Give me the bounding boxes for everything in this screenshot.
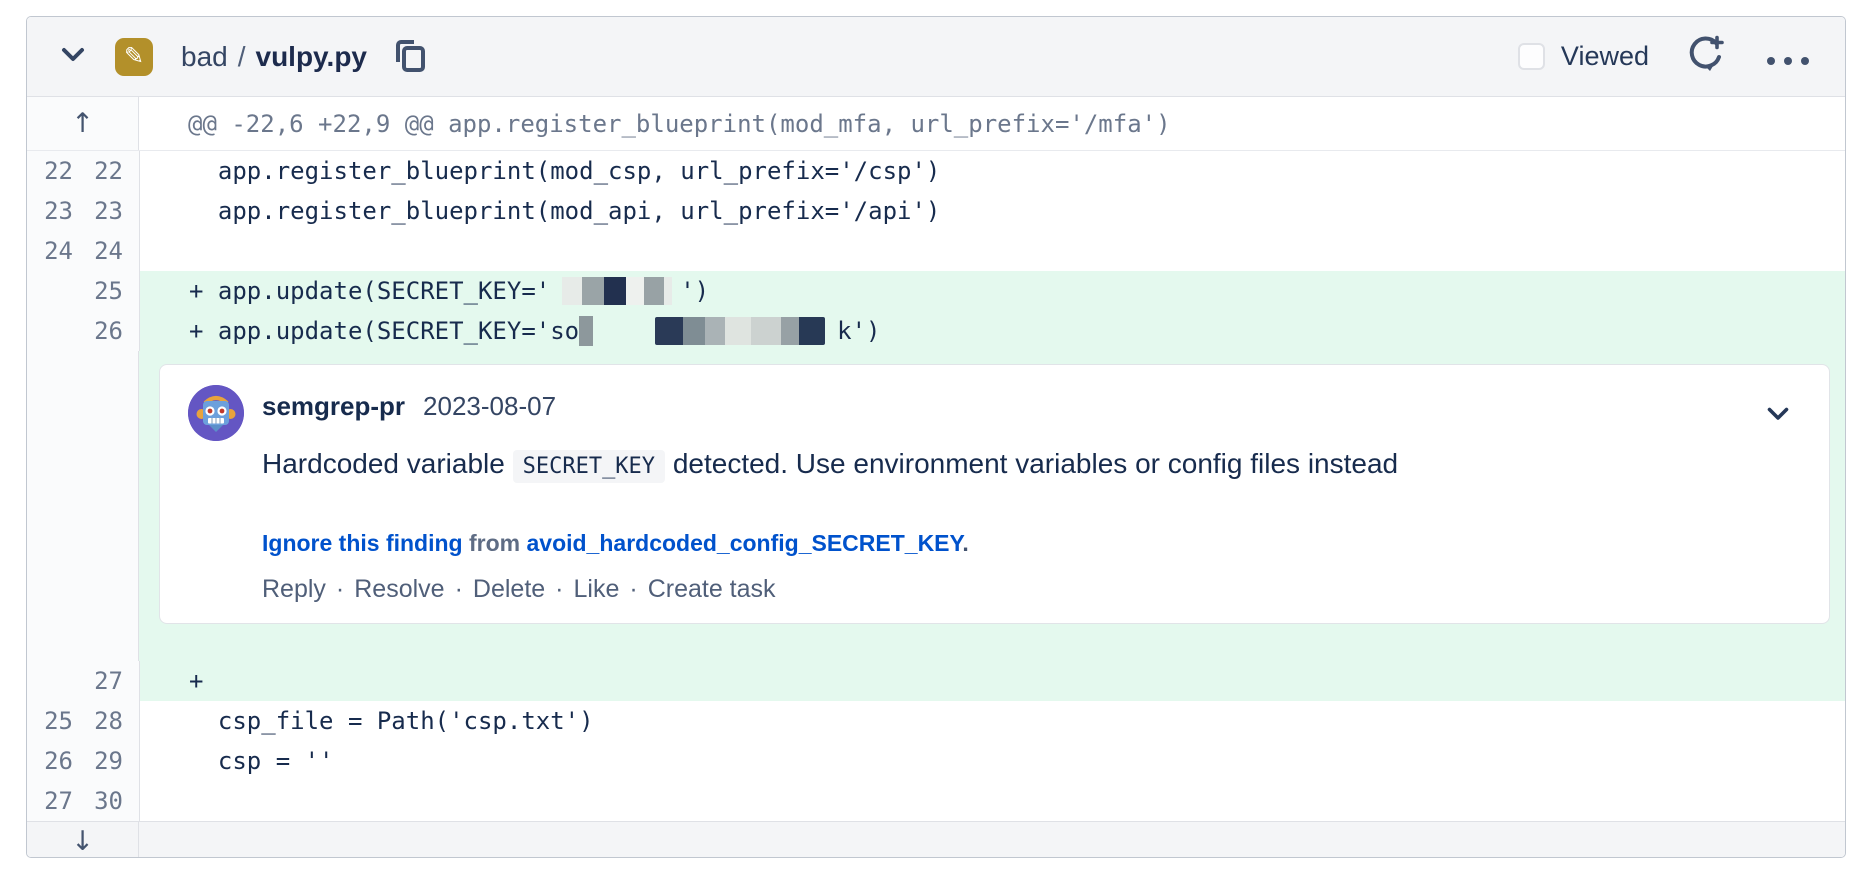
- comment-date: 2023-08-07: [423, 391, 556, 422]
- expand-bottom-row: ↓: [27, 821, 1845, 858]
- diff-line: 23 23 app.register_blueprint(mod_api, ur…: [27, 191, 1845, 231]
- diff-line-added: 27 +: [27, 661, 1845, 701]
- comment-card: semgrep-pr 2023-08-07 Hardcoded variable…: [159, 364, 1830, 624]
- hunk-header-row: ↑ @@ -22,6 +22,9 @@ app.register_bluepri…: [27, 97, 1845, 151]
- file-more-menu-button[interactable]: [1761, 38, 1815, 76]
- new-line-number: 27: [83, 667, 123, 695]
- expand-down-gutter: ↓: [27, 822, 139, 858]
- reply-action[interactable]: Reply: [262, 575, 326, 603]
- comment-add-icon: [1685, 34, 1727, 79]
- like-action[interactable]: Like: [574, 575, 620, 603]
- copy-path-button[interactable]: [389, 33, 431, 80]
- code-text: app.register_blueprint(mod_api, url_pref…: [140, 191, 1845, 231]
- comment-container: semgrep-pr 2023-08-07 Hardcoded variable…: [139, 351, 1845, 661]
- diff-line-added: 26 + app.update(SECRET_KEY='sok'): [27, 311, 1845, 351]
- add-file-comment-button[interactable]: [1681, 30, 1731, 83]
- resolve-action[interactable]: Resolve: [354, 575, 444, 603]
- inline-comment-row: semgrep-pr 2023-08-07 Hardcoded variable…: [27, 351, 1845, 661]
- new-line-number: 22: [83, 157, 123, 185]
- line-number-gutter[interactable]: 27 30: [27, 781, 140, 821]
- expand-lines-down-button[interactable]: ↓: [71, 828, 94, 855]
- path-separator: /: [228, 41, 256, 72]
- arrow-up-icon: ↑: [71, 108, 94, 139]
- new-line-number: 30: [83, 787, 123, 815]
- code-text: [140, 781, 1845, 821]
- expand-lines-up-button[interactable]: ↑: [71, 110, 94, 137]
- file-path: bad/vulpy.py: [181, 41, 367, 73]
- line-number-gutter[interactable]: 24 24: [27, 231, 140, 271]
- comment-actions: Reply·Resolve·Delete·Like·Create task: [262, 575, 1398, 604]
- diff-line: 24 24: [27, 231, 1845, 271]
- old-line-number: 23: [27, 197, 73, 225]
- line-number-gutter[interactable]: 23 23: [27, 191, 140, 231]
- collapse-file-button[interactable]: [57, 43, 89, 70]
- old-line-number: 22: [27, 157, 73, 185]
- line-number-gutter[interactable]: 26: [27, 311, 140, 351]
- line-number-gutter[interactable]: 25 28: [27, 701, 140, 741]
- diff-line: 27 30: [27, 781, 1845, 821]
- copy-icon: [393, 37, 427, 76]
- new-line-number: 24: [83, 237, 123, 265]
- file-name: vulpy.py: [256, 41, 368, 72]
- diff-line: 22 22 app.register_blueprint(mod_csp, ur…: [27, 151, 1845, 191]
- comment-body: Hardcoded variable SECRET_KEY detected. …: [262, 448, 1398, 480]
- expand-up-gutter: ↑: [27, 97, 139, 150]
- delete-action[interactable]: Delete: [473, 575, 545, 603]
- comment-gutter: [27, 351, 139, 661]
- code-text: + app.update(SECRET_KEY=''): [140, 271, 1845, 311]
- new-line-number: 25: [83, 277, 123, 305]
- line-number-gutter[interactable]: 25: [27, 271, 140, 311]
- collapse-comment-button[interactable]: [1763, 403, 1793, 428]
- code-text: [140, 231, 1845, 271]
- line-number-gutter[interactable]: 22 22: [27, 151, 140, 191]
- ignore-finding-link[interactable]: Ignore this finding: [262, 530, 463, 556]
- code-text: csp = '': [140, 741, 1845, 781]
- redacted-secret: [655, 317, 825, 345]
- old-line-number: 25: [27, 707, 73, 735]
- comment-author-link[interactable]: semgrep-pr: [262, 391, 405, 422]
- file-header: ✎ bad/vulpy.py Viewed: [27, 17, 1845, 97]
- code-text: + app.update(SECRET_KEY='sok'): [140, 311, 1845, 351]
- file-modified-icon: ✎: [115, 38, 153, 76]
- rule-link[interactable]: avoid_hardcoded_config_SECRET_KEY: [526, 530, 962, 556]
- finding-links: Ignore this finding from avoid_hardcoded…: [262, 530, 1398, 557]
- old-line-number: 27: [27, 787, 73, 815]
- diff-file-card: ✎ bad/vulpy.py Viewed: [26, 16, 1846, 858]
- inline-code-chip: SECRET_KEY: [513, 450, 665, 483]
- new-line-number: 23: [83, 197, 123, 225]
- code-text: +: [140, 661, 1845, 701]
- diff-line-added: 25 + app.update(SECRET_KEY=''): [27, 271, 1845, 311]
- create-task-action[interactable]: Create task: [648, 575, 776, 603]
- hunk-header-text: @@ -22,6 +22,9 @@ app.register_blueprint…: [139, 97, 1845, 150]
- viewed-label: Viewed: [1561, 41, 1649, 72]
- diff-line: 25 28 csp_file = Path('csp.txt'): [27, 701, 1845, 741]
- line-number-gutter[interactable]: 27: [27, 661, 140, 701]
- old-line-number: 24: [27, 237, 73, 265]
- line-number-gutter[interactable]: 26 29: [27, 741, 140, 781]
- diff-line: 26 29 csp = '': [27, 741, 1845, 781]
- chevron-down-icon: [1767, 407, 1789, 424]
- viewed-checkbox[interactable]: [1518, 43, 1545, 70]
- new-line-number: 26: [83, 317, 123, 345]
- old-line-number: 26: [27, 747, 73, 775]
- new-line-number: 29: [83, 747, 123, 775]
- diff-body: ↑ @@ -22,6 +22,9 @@ app.register_bluepri…: [27, 97, 1845, 858]
- redacted-secret: [579, 316, 593, 346]
- new-line-number: 28: [83, 707, 123, 735]
- code-text: app.register_blueprint(mod_csp, url_pref…: [140, 151, 1845, 191]
- avatar: [188, 385, 244, 441]
- chevron-down-icon: [61, 47, 85, 66]
- arrow-down-icon: ↓: [71, 826, 94, 857]
- code-text: csp_file = Path('csp.txt'): [140, 701, 1845, 741]
- file-dir: bad: [181, 41, 228, 72]
- robot-avatar-icon: [188, 385, 244, 441]
- redacted-secret: [552, 277, 678, 305]
- ellipsis-icon: [1765, 42, 1811, 72]
